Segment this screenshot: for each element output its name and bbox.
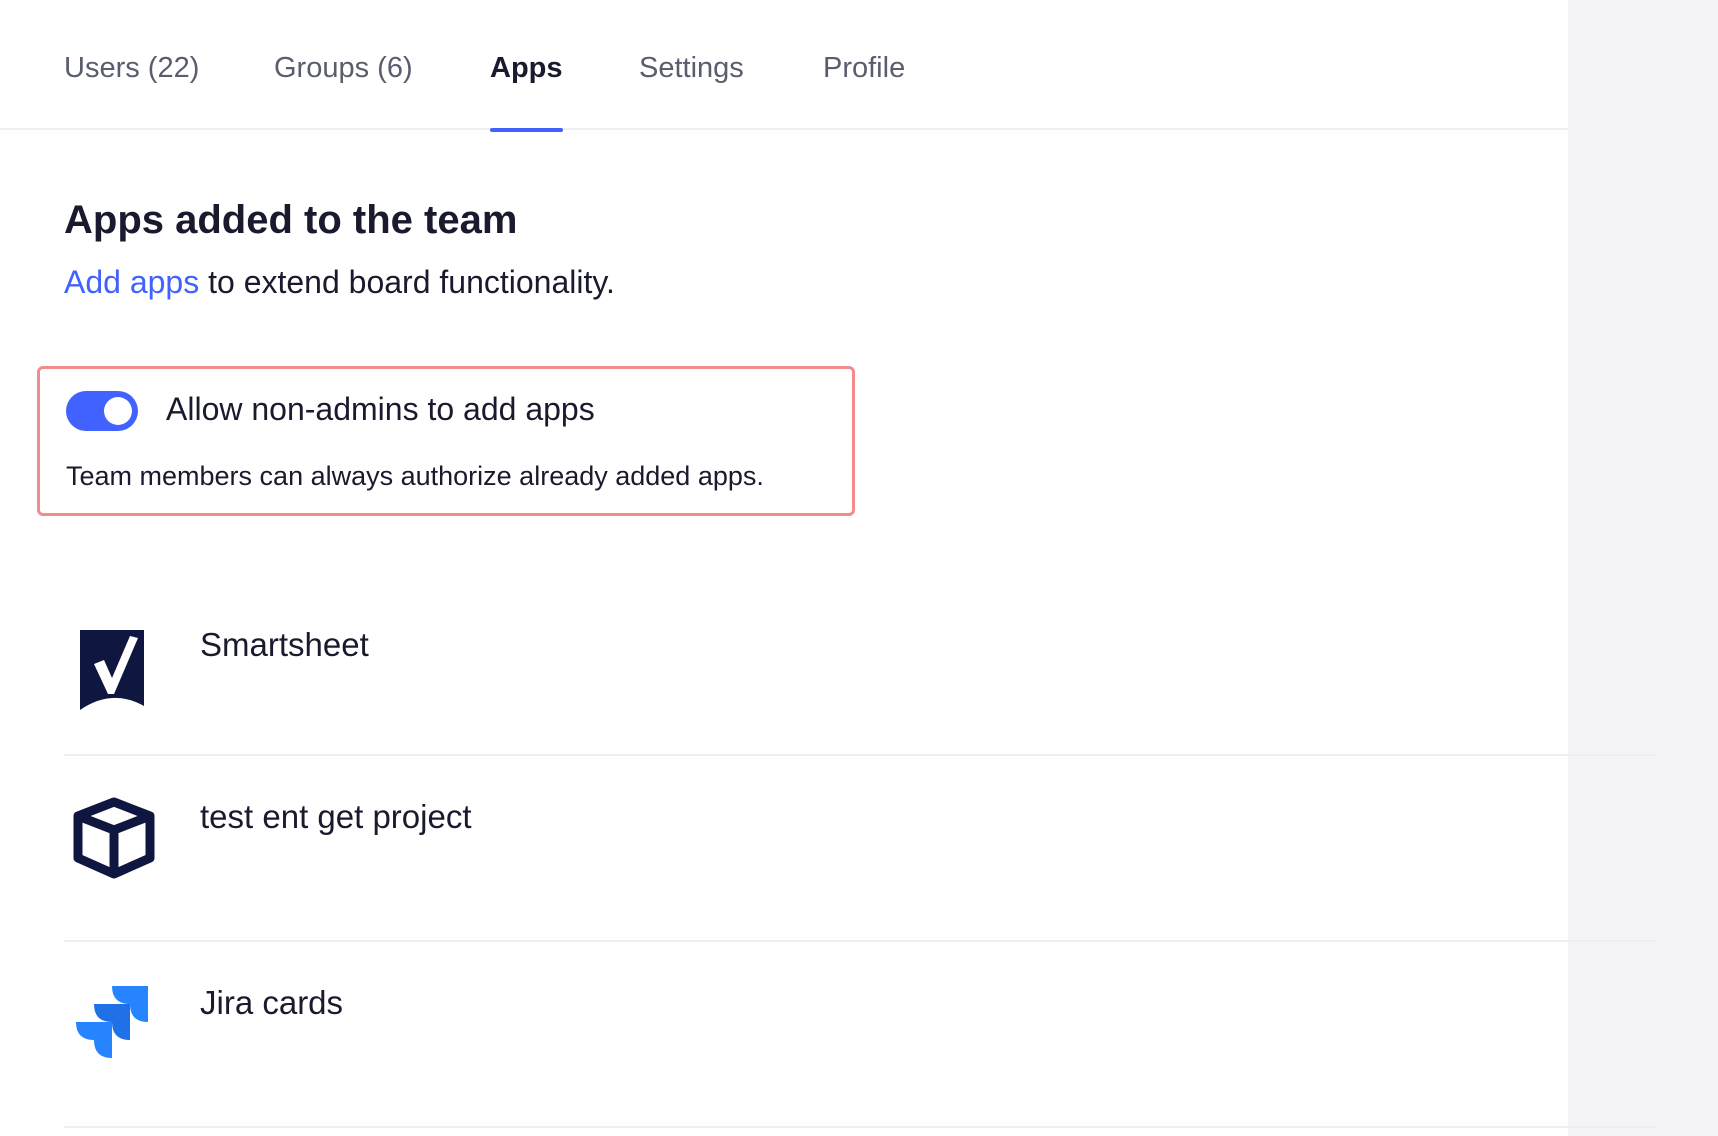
box-icon [72,796,152,880]
smartsheet-icon [72,626,152,710]
app-list: Smartsheet test ent get project Jira [64,570,1656,1128]
page: Users (22) Groups (6) Apps Settings Prof… [0,0,1718,1136]
app-list-item[interactable]: Jira cards [64,942,1656,1128]
app-name: Smartsheet [200,626,369,664]
tab-profile[interactable]: Profile [823,52,905,130]
toggle-knob [104,397,132,425]
tab-apps[interactable]: Apps [490,52,563,130]
subtitle-text: to extend board functionality. [199,264,615,300]
team-tabs: Users (22) Groups (6) Apps Settings Prof… [0,0,1568,130]
jira-icon [72,982,152,1066]
page-title: Apps added to the team [64,198,517,243]
permission-help-text: Team members can always authorize alread… [66,461,764,492]
tab-settings[interactable]: Settings [639,52,744,130]
page-subtitle: Add apps to extend board functionality. [64,264,615,301]
app-name: test ent get project [200,798,472,836]
tab-groups[interactable]: Groups (6) [274,52,413,130]
tab-users[interactable]: Users (22) [64,52,199,130]
add-apps-link[interactable]: Add apps [64,264,199,300]
app-permission-setting: Allow non-admins to add apps Team member… [37,366,855,516]
allow-non-admins-toggle[interactable] [66,391,138,431]
app-list-item[interactable]: test ent get project [64,756,1656,942]
app-name: Jira cards [200,984,343,1022]
allow-non-admins-label: Allow non-admins to add apps [166,391,595,428]
app-list-item[interactable]: Smartsheet [64,570,1656,756]
